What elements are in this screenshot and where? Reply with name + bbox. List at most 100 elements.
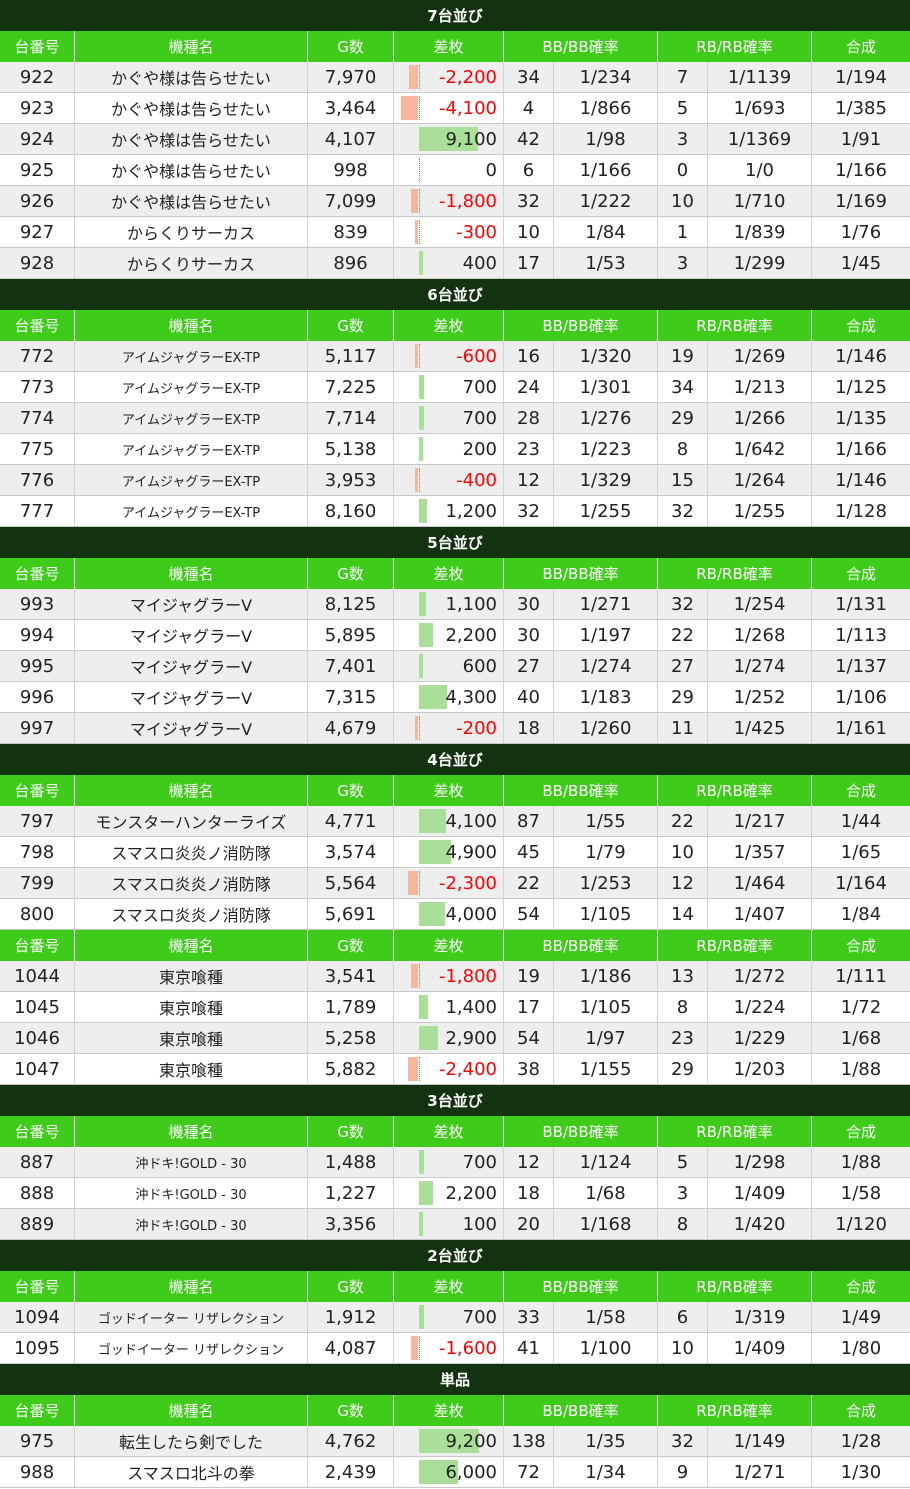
rb-header-label: RB (696, 37, 717, 56)
bb-rate-header-label: BB確率 (568, 937, 619, 955)
machine-number: 1095 (0, 1333, 75, 1363)
machine-number: 777 (0, 496, 75, 526)
negative-bar (408, 65, 418, 89)
game-count: 896 (308, 248, 394, 278)
machine-name: かぐや様は告らせたい (75, 155, 308, 185)
machine-name: アイムジャグラーEX-TP (75, 403, 308, 433)
table-row: 887 沖ドキ!GOLD - 30 1,488 700 12 1/124 5 1/298 1/8… (0, 1147, 910, 1178)
positive-bar (419, 1305, 424, 1329)
bb-rate: 1/55 (554, 806, 658, 836)
bb-count: 12 (504, 465, 554, 495)
bb-header-label: BB (542, 781, 563, 800)
rb-rate: 1/642 (708, 434, 812, 464)
rb-rate: 1/693 (708, 93, 812, 123)
bb-count: 23 (504, 434, 554, 464)
machine-name: マイジャグラーV (75, 589, 308, 619)
machine-name: マイジャグラーV (75, 713, 308, 743)
combined-rate: 1/146 (835, 469, 887, 491)
difference-axis (419, 468, 420, 492)
game-count: 4,679 (308, 713, 394, 743)
positive-bar (419, 995, 429, 1019)
positive-bar (419, 654, 423, 678)
bb-header: BB / BB確率 (504, 310, 658, 341)
game-count-header: G数 (308, 775, 394, 806)
machine-number: 772 (0, 341, 75, 371)
positive-bar (419, 499, 427, 523)
bb-header-label: BB (542, 1401, 563, 1420)
machine-number-header: 台番号 (0, 930, 75, 961)
bb-header-label: BB (542, 564, 563, 583)
difference-value: 1,400 (445, 996, 497, 1018)
machine-name: かぐや様は告らせたい (75, 186, 308, 216)
machine-number: 994 (0, 620, 75, 650)
positive-bar (419, 1212, 423, 1236)
bb-count: 10 (504, 217, 554, 247)
difference-axis (419, 871, 420, 895)
bb-rate-header-label: BB確率 (568, 1278, 619, 1296)
machine-name-header: 機種名 (75, 1271, 308, 1302)
rb-header: RB / RB確率 (658, 1116, 812, 1147)
difference-value: -400 (456, 469, 497, 491)
difference-header: 差枚 (394, 1395, 504, 1426)
game-count: 8,160 (308, 496, 394, 526)
bb-header: BB / BB確率 (504, 1271, 658, 1302)
difference-axis (419, 189, 420, 213)
bb-count: 42 (504, 124, 554, 154)
combined-rate: 1/88 (840, 1058, 882, 1080)
game-count-header: G数 (308, 558, 394, 589)
difference-axis (419, 716, 420, 740)
table-header-row: 台番号 機種名 G数 差枚 BB / BB確率 RB / RB確率 合成 (0, 310, 910, 341)
coin-difference: 6,000 (394, 1457, 504, 1487)
bb-rate: 1/97 (554, 1023, 658, 1053)
difference-header: 差枚 (394, 310, 504, 341)
rb-rate: 1/266 (708, 403, 812, 433)
machine-name: からくりサーカス (75, 217, 308, 247)
rb-count: 3 (658, 1178, 708, 1208)
difference-value: 9,100 (445, 128, 497, 150)
coin-difference: -1,600 (394, 1333, 504, 1363)
machine-number: 924 (0, 124, 75, 154)
coin-difference: 4,100 (394, 806, 504, 836)
table-row: 997 マイジャグラーV 4,679 -200 18 1/260 11 1/425 1/161 (0, 713, 910, 744)
coin-difference: -1,800 (394, 186, 504, 216)
bb-header: BB / BB確率 (504, 775, 658, 806)
difference-value: -4,100 (438, 97, 497, 119)
machine-name: アイムジャグラーEX-TP (75, 496, 308, 526)
rb-rate: 1/213 (708, 372, 812, 402)
difference-value: 2,200 (445, 1182, 497, 1204)
rb-rate-header-label: RB確率 (722, 1278, 773, 1296)
game-count-header: G数 (308, 1395, 394, 1426)
machine-name-header: 機種名 (75, 930, 308, 961)
combined-rate: 1/194 (835, 66, 887, 88)
difference-value: -200 (456, 717, 497, 739)
machine-name: かぐや様は告らせたい (75, 93, 308, 123)
rb-rate-header-label: RB確率 (722, 38, 773, 56)
machine-name-header: 機種名 (75, 775, 308, 806)
difference-value: 1,200 (445, 500, 497, 522)
combined-rate: 1/166 (835, 438, 887, 460)
negative-bar (408, 1057, 418, 1081)
difference-value: 4,000 (445, 903, 497, 925)
bb-count: 19 (504, 961, 554, 991)
machine-name-header: 機種名 (75, 1395, 308, 1426)
difference-value: -2,400 (438, 1058, 497, 1080)
rb-header-label: RB (696, 781, 717, 800)
game-count-header: G数 (308, 1116, 394, 1147)
bb-rate: 1/253 (554, 868, 658, 898)
difference-value: -1,800 (438, 190, 497, 212)
game-count: 839 (308, 217, 394, 247)
combined-header: 合成 (845, 565, 876, 583)
coin-difference: -400 (394, 465, 504, 495)
difference-axis (419, 1057, 420, 1081)
game-count: 4,762 (308, 1426, 394, 1456)
rb-rate: 1/710 (708, 186, 812, 216)
rb-rate: 1/264 (708, 465, 812, 495)
rb-rate: 1/217 (708, 806, 812, 836)
coin-difference: 2,200 (394, 620, 504, 650)
rb-count: 11 (658, 713, 708, 743)
combined-rate: 1/68 (840, 1027, 882, 1049)
bb-count: 54 (504, 1023, 554, 1053)
bb-rate: 1/320 (554, 341, 658, 371)
rb-header-label: RB (696, 1277, 717, 1296)
machine-number: 1045 (0, 992, 75, 1022)
